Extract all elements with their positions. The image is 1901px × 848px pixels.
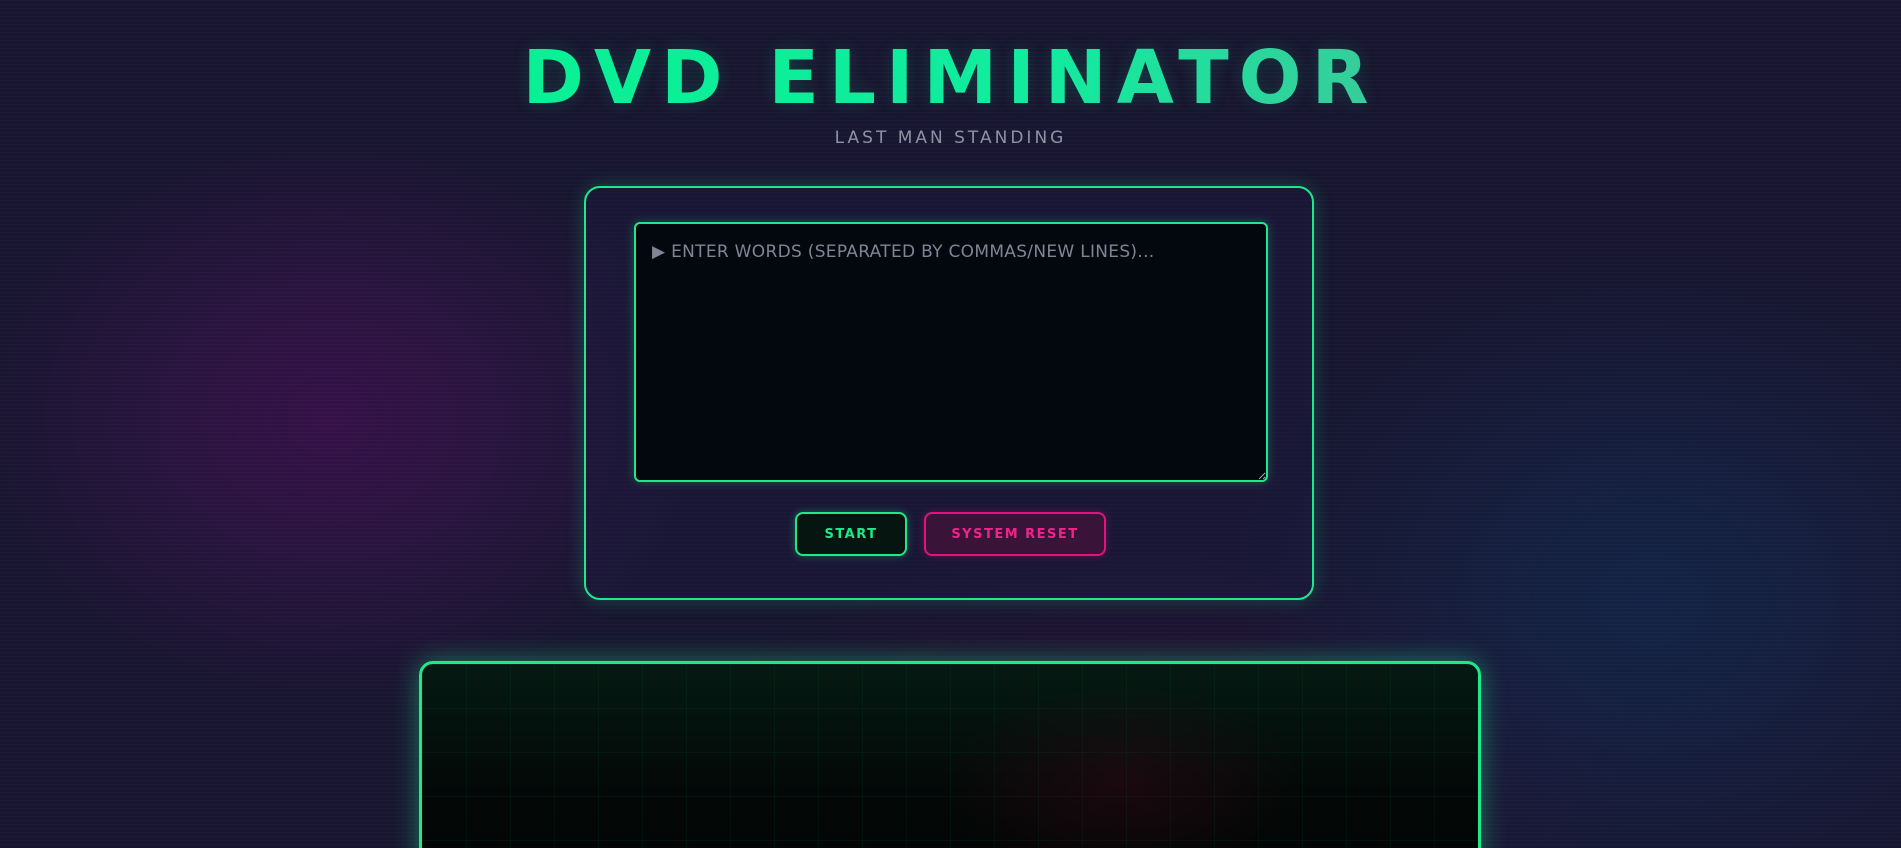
system-reset-button[interactable]: SYSTEM RESET — [924, 512, 1106, 556]
game-arena[interactable] — [419, 661, 1481, 848]
page-title: DVD ELIMINATOR — [0, 36, 1901, 120]
start-button[interactable]: START — [795, 512, 907, 556]
words-input[interactable] — [634, 222, 1268, 482]
page-subtitle: LAST MAN STANDING — [834, 128, 1067, 148]
input-panel: START SYSTEM RESET — [584, 186, 1314, 600]
